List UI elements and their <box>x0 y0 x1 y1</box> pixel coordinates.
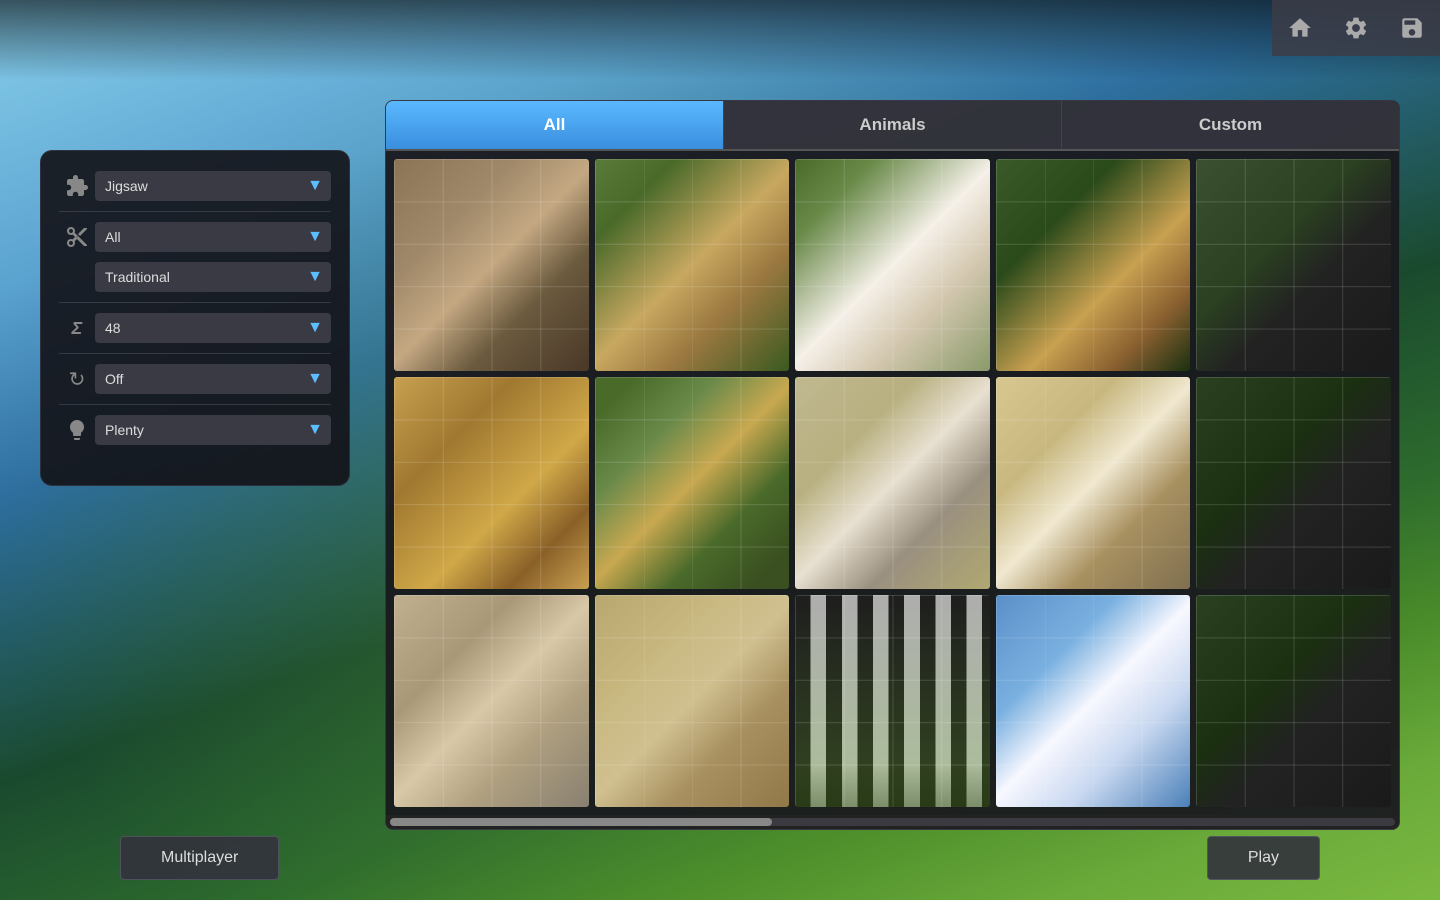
puzzle-item-partial3[interactable] <box>1196 595 1391 807</box>
puzzle-overlay <box>595 159 790 371</box>
puzzle-overlay <box>795 377 990 589</box>
divider-3 <box>59 353 331 354</box>
multiplayer-button[interactable]: Multiplayer <box>120 836 279 880</box>
divider-1 <box>59 211 331 212</box>
cut-type-select[interactable]: All <box>95 222 331 252</box>
puzzle-type-select-wrap[interactable]: Jigsaw ▼ <box>95 171 331 201</box>
rotation-row: ↻ Off ▼ <box>59 364 331 394</box>
settings-button[interactable] <box>1328 0 1384 56</box>
cut-style-select[interactable]: Traditional <box>95 262 331 292</box>
tab-all[interactable]: All <box>386 101 724 149</box>
home-button[interactable] <box>1272 0 1328 56</box>
top-icon-bar <box>1272 0 1440 56</box>
puzzle-overlay <box>1196 159 1391 371</box>
piece-count-row: Σ 48 ▼ <box>59 313 331 343</box>
puzzle-overlay <box>1196 595 1391 807</box>
puzzle-item[interactable] <box>996 377 1191 589</box>
rotation-icon: ↻ <box>59 367 95 392</box>
puzzle-overlay <box>996 159 1191 371</box>
divider-4 <box>59 404 331 405</box>
settings-panel: Jigsaw ▼ All ▼ Traditional ▼ Σ <box>40 150 350 486</box>
puzzle-item-giraffe[interactable] <box>996 595 1191 807</box>
rotation-select-wrap[interactable]: Off ▼ <box>95 364 331 394</box>
puzzle-item-zebra[interactable] <box>795 595 990 807</box>
puzzle-overlay <box>595 377 790 589</box>
cut-style-row: Traditional ▼ <box>59 262 331 292</box>
puzzle-icon <box>59 174 95 198</box>
puzzle-overlay <box>595 595 790 807</box>
puzzle-type-select[interactable]: Jigsaw <box>95 171 331 201</box>
puzzle-overlay <box>394 377 589 589</box>
puzzle-item[interactable] <box>996 159 1191 371</box>
cut-type-select-wrap[interactable]: All ▼ <box>95 222 331 252</box>
tab-animals[interactable]: Animals <box>724 101 1062 149</box>
puzzle-type-row: Jigsaw ▼ <box>59 171 331 201</box>
rotation-select[interactable]: Off <box>95 364 331 394</box>
piece-count-select[interactable]: 48 <box>95 313 331 343</box>
hint-icon <box>59 418 95 442</box>
save-button[interactable] <box>1384 0 1440 56</box>
scroll-track[interactable] <box>390 818 1395 826</box>
puzzle-overlay <box>394 159 589 371</box>
main-panel: All Animals Custom <box>385 100 1400 830</box>
tab-bar: All Animals Custom <box>386 101 1399 151</box>
puzzle-overlay <box>795 159 990 371</box>
scissors-icon <box>59 225 95 249</box>
puzzle-item[interactable] <box>795 377 990 589</box>
sigma-icon: Σ <box>59 318 95 339</box>
puzzle-item[interactable] <box>595 377 790 589</box>
play-button[interactable]: Play <box>1207 836 1320 880</box>
bottom-bar: Multiplayer Play <box>0 836 1440 880</box>
piece-count-select-wrap[interactable]: 48 ▼ <box>95 313 331 343</box>
scroll-thumb[interactable] <box>390 818 772 826</box>
puzzle-grid <box>386 151 1399 815</box>
hints-select[interactable]: Plenty <box>95 415 331 445</box>
cut-type-row: All ▼ <box>59 222 331 252</box>
puzzle-overlay <box>996 595 1191 807</box>
puzzle-item-lion[interactable] <box>595 595 790 807</box>
hints-row: Plenty ▼ <box>59 415 331 445</box>
top-vignette <box>0 0 1440 80</box>
hints-select-wrap[interactable]: Plenty ▼ <box>95 415 331 445</box>
puzzle-item[interactable] <box>394 159 589 371</box>
tab-custom[interactable]: Custom <box>1062 101 1399 149</box>
puzzle-item-partial[interactable] <box>1196 159 1391 371</box>
puzzle-item-partial2[interactable] <box>1196 377 1391 589</box>
cut-style-select-wrap[interactable]: Traditional ▼ <box>95 262 331 292</box>
puzzle-item-seal[interactable] <box>394 595 589 807</box>
puzzle-overlay <box>1196 377 1391 589</box>
puzzle-item[interactable] <box>795 159 990 371</box>
puzzle-overlay <box>996 377 1191 589</box>
divider-2 <box>59 302 331 303</box>
zebra-overlay <box>795 595 990 807</box>
puzzle-item[interactable] <box>595 159 790 371</box>
puzzle-overlay <box>394 595 589 807</box>
scrollbar[interactable] <box>386 815 1399 829</box>
puzzle-item[interactable] <box>394 377 589 589</box>
